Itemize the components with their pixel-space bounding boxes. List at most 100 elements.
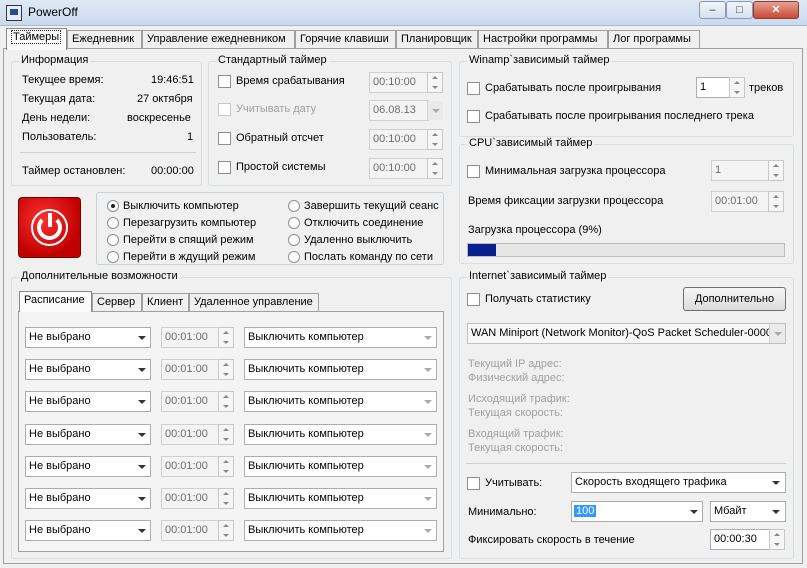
radio-standby[interactable] bbox=[107, 251, 119, 263]
schedule-day-dropdown-arrow[interactable] bbox=[134, 360, 150, 380]
adapter-select[interactable]: WAN Miniport (Network Monitor)-QoS Packe… bbox=[467, 323, 786, 344]
tab-remote-control[interactable]: Удаленное управление bbox=[189, 293, 319, 312]
tab-planner-management[interactable]: Управление ежедневником bbox=[142, 30, 295, 49]
cpu-load-label: Загрузка процессора (9%) bbox=[468, 224, 602, 236]
divider bbox=[466, 463, 786, 464]
tab-client[interactable]: Клиент bbox=[142, 293, 189, 312]
schedule-time-spinner[interactable] bbox=[218, 520, 234, 542]
schedule-action-dropdown-arrow[interactable] bbox=[420, 456, 436, 476]
schedule-day-select[interactable]: Не выбрано bbox=[25, 455, 151, 477]
schedule-action-select[interactable]: Выключить компьютер bbox=[244, 327, 437, 348]
radio-restart[interactable] bbox=[107, 217, 119, 229]
adapter-dropdown-arrow[interactable] bbox=[769, 324, 785, 343]
track-count-spinner[interactable] bbox=[729, 77, 745, 98]
countdown-field[interactable]: 00:10:00 bbox=[369, 129, 429, 150]
speed-type-select[interactable]: Скорость входящего трафика bbox=[571, 472, 786, 493]
idle-spinner[interactable] bbox=[427, 158, 443, 179]
schedule-action-select[interactable]: Выключить компьютер bbox=[244, 359, 437, 381]
radio-send-command-label: Послать команду по сети bbox=[304, 251, 433, 263]
cpu-min-load-field[interactable]: 1 bbox=[711, 160, 769, 181]
stats-checkbox[interactable] bbox=[467, 293, 480, 306]
tab-timers[interactable]: Таймеры bbox=[6, 28, 67, 50]
schedule-action-select[interactable]: Выключить компьютер bbox=[244, 488, 437, 509]
radio-send-command[interactable] bbox=[288, 251, 300, 263]
use-date-checkbox[interactable] bbox=[218, 103, 231, 116]
schedule-day-select[interactable]: Не выбрано bbox=[25, 488, 151, 509]
min-value-select[interactable]: 100 bbox=[571, 501, 703, 522]
schedule-time-spinner[interactable] bbox=[218, 455, 234, 477]
unit-dropdown-arrow[interactable] bbox=[768, 502, 784, 521]
schedule-day-select[interactable]: Не выбрано bbox=[25, 520, 151, 542]
tab-planner[interactable]: Ежедневник bbox=[67, 30, 142, 49]
idle-field[interactable]: 00:10:00 bbox=[369, 158, 429, 179]
schedule-day-dropdown-arrow[interactable] bbox=[134, 392, 150, 412]
schedule-time-spinner[interactable] bbox=[218, 423, 234, 445]
radio-remote-shutdown[interactable] bbox=[288, 234, 300, 246]
track-count-field[interactable]: 1 bbox=[696, 77, 730, 98]
cpu-fix-time-spinner[interactable] bbox=[768, 191, 784, 212]
schedule-time-field[interactable]: 00:01:00 bbox=[161, 423, 220, 445]
schedule-day-dropdown-arrow[interactable] bbox=[134, 424, 150, 444]
schedule-action-dropdown-arrow[interactable] bbox=[420, 521, 436, 541]
countdown-checkbox[interactable] bbox=[218, 132, 231, 145]
maximize-button[interactable]: □ bbox=[726, 1, 753, 19]
schedule-action-dropdown-arrow[interactable] bbox=[420, 392, 436, 412]
schedule-day-dropdown-arrow[interactable] bbox=[134, 489, 150, 508]
tab-settings[interactable]: Настройки программы bbox=[478, 30, 608, 49]
schedule-time-field[interactable]: 00:01:00 bbox=[161, 455, 220, 477]
fix-speed-spinner[interactable] bbox=[769, 529, 785, 550]
schedule-action-select[interactable]: Выключить компьютер bbox=[244, 520, 437, 542]
schedule-day-dropdown-arrow[interactable] bbox=[134, 521, 150, 541]
date-field[interactable]: 06.08.13 bbox=[369, 100, 429, 121]
schedule-day-dropdown-arrow[interactable] bbox=[134, 456, 150, 476]
tab-scheduler[interactable]: Планировщик bbox=[396, 30, 478, 49]
radio-shutdown[interactable] bbox=[107, 200, 119, 212]
tab-hotkeys[interactable]: Горячие клавиши bbox=[295, 30, 396, 49]
winamp-after-tracks-checkbox[interactable] bbox=[467, 82, 480, 95]
speed-type-dropdown-arrow[interactable] bbox=[768, 473, 784, 492]
schedule-action-dropdown-arrow[interactable] bbox=[420, 360, 436, 380]
min-value-dropdown-arrow[interactable] bbox=[686, 502, 702, 521]
schedule-time-spinner[interactable] bbox=[218, 327, 234, 348]
schedule-time-spinner[interactable] bbox=[218, 488, 234, 509]
schedule-day-select[interactable]: Не выбрано bbox=[25, 359, 151, 381]
schedule-day-select[interactable]: Не выбрано bbox=[25, 423, 151, 445]
radio-logoff[interactable] bbox=[288, 200, 300, 212]
schedule-action-dropdown-arrow[interactable] bbox=[420, 489, 436, 508]
schedule-action-select[interactable]: Выключить компьютер bbox=[244, 455, 437, 477]
schedule-time-field[interactable]: 00:01:00 bbox=[161, 327, 220, 348]
cpu-min-load-spinner[interactable] bbox=[768, 160, 784, 181]
schedule-action-dropdown-arrow[interactable] bbox=[420, 328, 436, 347]
tab-server[interactable]: Сервер bbox=[92, 293, 142, 312]
schedule-time-field[interactable]: 00:01:00 bbox=[161, 488, 220, 509]
schedule-time-spinner[interactable] bbox=[218, 391, 234, 413]
schedule-time-spinner[interactable] bbox=[218, 359, 234, 381]
minimize-button[interactable]: – bbox=[699, 1, 726, 19]
schedule-time-field[interactable]: 00:01:00 bbox=[161, 359, 220, 381]
close-button[interactable]: ✕ bbox=[753, 1, 799, 19]
alarm-time-spinner[interactable] bbox=[427, 72, 443, 93]
tab-log[interactable]: Лог программы bbox=[608, 30, 700, 49]
fix-speed-field[interactable]: 00:00:30 bbox=[710, 529, 770, 550]
schedule-time-field[interactable]: 00:01:00 bbox=[161, 391, 220, 413]
alarm-time-field[interactable]: 00:10:00 bbox=[369, 72, 429, 93]
schedule-day-select[interactable]: Не выбрано bbox=[25, 391, 151, 413]
schedule-action-select[interactable]: Выключить компьютер bbox=[244, 391, 437, 413]
more-button[interactable]: Дополнительно bbox=[683, 287, 786, 311]
schedule-time-field[interactable]: 00:01:00 bbox=[161, 520, 220, 542]
radio-disconnect[interactable] bbox=[288, 217, 300, 229]
winamp-last-track-checkbox[interactable] bbox=[467, 110, 480, 123]
tab-schedule[interactable]: Расписание bbox=[19, 291, 92, 312]
count-checkbox[interactable] bbox=[467, 477, 480, 490]
radio-sleep[interactable] bbox=[107, 234, 119, 246]
schedule-action-select[interactable]: Выключить компьютер bbox=[244, 423, 437, 445]
alarm-time-checkbox[interactable] bbox=[218, 75, 231, 88]
cpu-min-load-checkbox[interactable] bbox=[467, 165, 480, 178]
countdown-spinner[interactable] bbox=[427, 129, 443, 150]
schedule-action-dropdown-arrow[interactable] bbox=[420, 424, 436, 444]
cpu-fix-time-field[interactable]: 00:01:00 bbox=[711, 191, 769, 212]
schedule-day-dropdown-arrow[interactable] bbox=[134, 328, 150, 347]
date-dropdown-arrow[interactable] bbox=[427, 101, 443, 120]
idle-checkbox[interactable] bbox=[218, 161, 231, 174]
schedule-day-select[interactable]: Не выбрано bbox=[25, 327, 151, 348]
